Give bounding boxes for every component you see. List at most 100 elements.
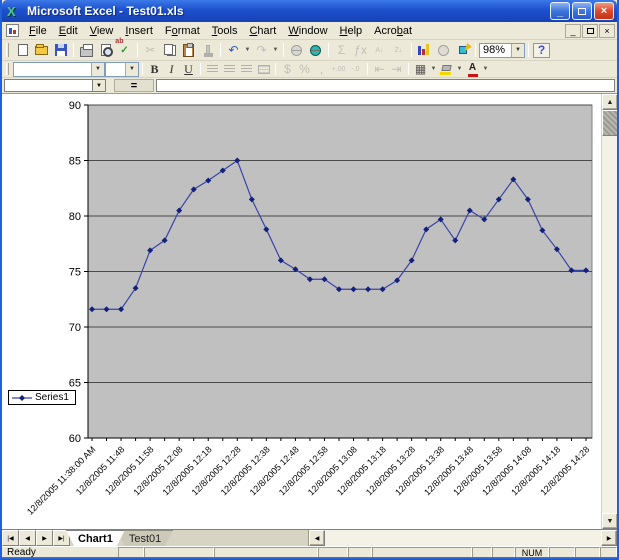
scroll-up-icon[interactable]: ▲	[602, 94, 618, 110]
new-document-button[interactable]	[13, 42, 32, 59]
y-axis-label: 85	[69, 156, 81, 168]
borders-button[interactable]: ▦	[412, 62, 429, 77]
status-panel	[318, 547, 348, 557]
document-window-controls: _×	[565, 24, 615, 38]
vertical-scrollbar-thumb[interactable]	[602, 110, 618, 136]
menu-view[interactable]: View	[84, 23, 120, 39]
formula-input[interactable]	[156, 79, 615, 92]
sheet-tab-chart1[interactable]: Chart1	[66, 530, 125, 546]
web-toolbar-icon	[310, 45, 321, 56]
italic-button[interactable]: I	[163, 62, 180, 77]
y-axis-label: 90	[69, 100, 81, 112]
save-button[interactable]	[51, 42, 70, 59]
font-size-combo[interactable]: ▼	[105, 62, 139, 77]
font-color-dropdown-icon[interactable]: ▼	[481, 61, 490, 78]
toolbar-separator	[283, 43, 284, 57]
status-panel	[144, 547, 214, 557]
sort-ascending-button: A↓	[370, 42, 389, 59]
save-icon	[55, 44, 67, 56]
new-document-icon	[18, 44, 28, 56]
status-panel	[372, 547, 472, 557]
y-axis-label: 65	[69, 378, 81, 390]
equals-button[interactable]: =	[114, 79, 154, 92]
increase-decimal-button: +.00	[330, 62, 347, 77]
minimize-button[interactable]: _	[550, 2, 570, 20]
sheet-tab-test01[interactable]: Test01	[117, 530, 173, 546]
tab-scroll-previous-button[interactable]: ◀	[19, 530, 36, 546]
zoom-value[interactable]: 98%	[480, 44, 511, 56]
paste-icon	[183, 44, 194, 57]
menu-acrobat[interactable]: Acrobat	[368, 23, 418, 39]
zoom-dropdown-icon[interactable]: ▼	[511, 44, 524, 57]
y-axis-label: 80	[69, 211, 81, 223]
menu-edit[interactable]: Edit	[53, 23, 84, 39]
tab-scroll-next-button[interactable]: ▶	[36, 530, 53, 546]
format-painter-icon	[206, 45, 210, 55]
redo-icon: ↷	[256, 43, 266, 57]
fill-color-dropdown-icon[interactable]: ▼	[455, 61, 464, 78]
restore-document-button[interactable]	[582, 24, 598, 38]
font-size-dropdown-icon[interactable]: ▼	[125, 63, 138, 76]
spelling-button[interactable]: ✓	[115, 42, 134, 59]
menu-help[interactable]: Help	[334, 23, 369, 39]
formula-bar: ▼ =	[2, 78, 617, 93]
name-box[interactable]	[4, 79, 92, 92]
vertical-scrollbar[interactable]: ▲ ▼	[601, 94, 617, 529]
status-panel	[492, 547, 515, 557]
menu-format[interactable]: Format	[159, 23, 206, 39]
menu-tools[interactable]: Tools	[206, 23, 244, 39]
align-center-button	[221, 62, 238, 77]
close-document-button[interactable]: ×	[599, 24, 615, 38]
paste-button[interactable]	[179, 42, 198, 59]
undo-dropdown-icon[interactable]: ▼	[243, 42, 252, 59]
percent-style-button: %	[296, 62, 313, 77]
toolbar-separator	[220, 43, 221, 57]
fill-color-button[interactable]	[438, 62, 455, 77]
menu-window[interactable]: Window	[282, 23, 333, 39]
toolbar-separator	[73, 43, 74, 57]
zoom-combo[interactable]: 98%▼	[479, 43, 525, 58]
align-center-icon	[224, 65, 235, 74]
underline-button[interactable]: U	[180, 62, 197, 77]
print-preview-button[interactable]	[96, 42, 115, 59]
scroll-left-icon[interactable]: ◀	[309, 530, 325, 546]
drawing-button[interactable]	[453, 42, 472, 59]
formatting-toolbar: ▼▼BIU$%,+.00-.0⇤⇥▦▼▼A▼	[2, 61, 617, 78]
y-axis-label: 70	[69, 322, 81, 334]
y-axis-label: 75	[69, 267, 81, 279]
menu-chart[interactable]: Chart	[243, 23, 282, 39]
toolbar-drag-handle[interactable]	[6, 63, 9, 74]
toolbar-drag-handle[interactable]	[6, 43, 9, 57]
paste-function-icon: ƒx	[354, 43, 367, 57]
close-button[interactable]: ×	[594, 2, 614, 20]
undo-button[interactable]: ↶	[224, 42, 243, 59]
font-name-dropdown-icon[interactable]: ▼	[91, 63, 104, 76]
chart-wizard-button[interactable]	[415, 42, 434, 59]
copy-button[interactable]	[160, 42, 179, 59]
help-button[interactable]: ?	[532, 42, 551, 59]
horizontal-scrollbar[interactable]: ◀ ▶	[308, 530, 617, 546]
font-name-combo[interactable]: ▼	[13, 62, 105, 77]
minimize-document-button[interactable]: _	[565, 24, 581, 38]
drawing-icon	[459, 46, 467, 54]
sort-descending-button: Z↓	[389, 42, 408, 59]
name-box-dropdown-icon[interactable]: ▼	[92, 79, 106, 92]
menu-insert[interactable]: Insert	[119, 23, 159, 39]
paste-function-button: ƒx	[351, 42, 370, 59]
restore-button[interactable]	[572, 2, 592, 20]
bold-button[interactable]: B	[146, 62, 163, 77]
chart-svg[interactable]: 6065707580859012/8/2005 11:38:00 AM12/8/…	[2, 94, 601, 530]
print-button[interactable]	[77, 42, 96, 59]
scroll-down-icon[interactable]: ▼	[602, 513, 618, 529]
scroll-right-icon[interactable]: ▶	[601, 530, 617, 546]
toolbar-separator	[411, 43, 412, 57]
redo-dropdown-icon: ▼	[271, 42, 280, 59]
chart-legend[interactable]: Series1	[8, 390, 76, 405]
menu-file[interactable]: File	[23, 23, 53, 39]
web-toolbar-button[interactable]	[306, 42, 325, 59]
open-folder-button[interactable]	[32, 42, 51, 59]
tab-scroll-first-button[interactable]: |◀	[2, 530, 19, 546]
font-color-button[interactable]: A	[464, 62, 481, 77]
decrease-decimal-icon: -.0	[351, 66, 359, 73]
borders-dropdown-icon[interactable]: ▼	[429, 61, 438, 78]
